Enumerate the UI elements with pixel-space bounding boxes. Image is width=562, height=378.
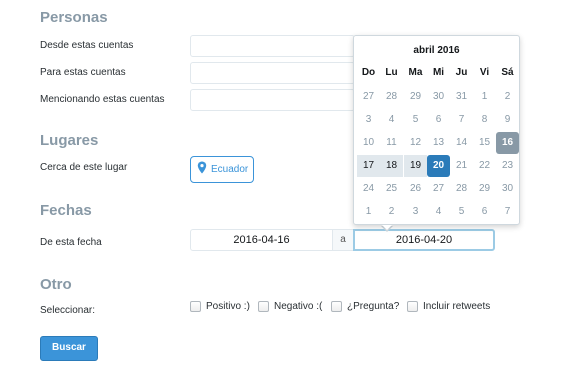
checkbox-positive[interactable]: Positivo :) (190, 301, 250, 312)
calendar-day[interactable]: 21 (450, 155, 473, 177)
weekday-header: Sá (501, 67, 514, 78)
calendar-day[interactable]: 6 (427, 109, 450, 131)
section-title-otro: Otro (40, 276, 72, 293)
calendar-day[interactable]: 24 (357, 178, 380, 200)
calendar-day[interactable]: 15 (473, 132, 496, 154)
from-date-input[interactable]: 2016-04-16 (190, 229, 333, 251)
to-accounts-input[interactable] (190, 62, 355, 84)
section-title-lugares: Lugares (40, 132, 99, 149)
calendar-day[interactable]: 9 (496, 109, 519, 131)
calendar-day[interactable]: 13 (427, 132, 450, 154)
checkbox-label: Negativo :( (274, 301, 323, 312)
calendar-day[interactable]: 3 (404, 201, 427, 223)
checkbox-box[interactable] (331, 301, 342, 312)
calendar-day[interactable]: 30 (496, 178, 519, 200)
calendar-day-range-start[interactable]: 16 (496, 132, 519, 154)
near-place-label: Cerca de este lugar (40, 162, 128, 173)
calendar-day[interactable]: 30 (427, 86, 450, 108)
calendar-day[interactable]: 1 (473, 86, 496, 108)
calendar-day[interactable]: 5 (404, 109, 427, 131)
calendar-day[interactable]: 31 (450, 86, 473, 108)
to-date-input[interactable]: 2016-04-20 (353, 229, 495, 251)
weekday-header: Ma (408, 67, 423, 78)
checkbox-box[interactable] (258, 301, 269, 312)
checkbox-label: ¿Pregunta? (347, 301, 400, 312)
calendar-day[interactable]: 11 (380, 132, 403, 154)
calendar-day[interactable]: 12 (404, 132, 427, 154)
section-title-personas: Personas (40, 9, 108, 26)
checkbox-label: Incluir retweets (423, 301, 491, 312)
search-button[interactable]: Buscar (40, 336, 98, 361)
weekday-header: Mi (432, 67, 445, 78)
mentioning-accounts-label: Mencionando estas cuentas (40, 94, 165, 105)
checkbox-negative[interactable]: Negativo :( (258, 301, 322, 312)
calendar-day[interactable]: 7 (496, 201, 519, 223)
select-label: Seleccionar: (40, 305, 96, 316)
section-title-fechas: Fechas (40, 202, 92, 219)
checkbox-box[interactable] (190, 301, 201, 312)
calendar-day[interactable]: 5 (450, 201, 473, 223)
weekday-header: Vi (479, 67, 490, 78)
calendar-day[interactable]: 26 (404, 178, 427, 200)
mentioning-accounts-input[interactable] (190, 89, 355, 111)
calendar-day[interactable]: 14 (450, 132, 473, 154)
calendar-day[interactable]: 3 (357, 109, 380, 131)
calendar-day[interactable]: 6 (473, 201, 496, 223)
checkbox-question[interactable]: ¿Pregunta? (331, 301, 399, 312)
calendar-day[interactable]: 23 (496, 155, 519, 177)
calendar-day[interactable]: 22 (473, 155, 496, 177)
weekday-header: Lu (385, 67, 398, 78)
place-button-label: Ecuador (211, 164, 249, 175)
calendar-day-range-end[interactable]: 20 (427, 155, 450, 177)
calendar-day[interactable]: 28 (380, 86, 403, 108)
calendar-day[interactable]: 28 (450, 178, 473, 200)
place-button[interactable]: Ecuador (190, 156, 254, 183)
calendar-day[interactable]: 7 (450, 109, 473, 131)
weekday-header: Ju (455, 67, 468, 78)
calendar-day[interactable]: 27 (427, 178, 450, 200)
to-accounts-label: Para estas cuentas (40, 67, 126, 78)
calendar-day[interactable]: 8 (473, 109, 496, 131)
checkbox-label: Positivo :) (206, 301, 250, 312)
calendar-day[interactable]: 2 (496, 86, 519, 108)
calendar-day-in-range[interactable]: 19 (404, 155, 427, 177)
calendar-day[interactable]: 1 (357, 201, 380, 223)
checkbox-box[interactable] (407, 301, 418, 312)
datepicker-month-title: abril 2016 (413, 45, 460, 56)
date-range-separator: a (333, 229, 353, 251)
from-accounts-label: Desde estas cuentas (40, 40, 134, 51)
calendar-day-in-range[interactable]: 17 (357, 155, 380, 177)
calendar-day[interactable]: 2 (380, 201, 403, 223)
calendar-day[interactable]: 10 (357, 132, 380, 154)
calendar-day[interactable]: 29 (473, 178, 496, 200)
datepicker: abril 2016 Do Lu Ma Mi Ju Vi Sá 27 28 29 30 31 1 2 3 4 5… (353, 35, 520, 225)
calendar-day[interactable]: 4 (380, 109, 403, 131)
calendar-day[interactable]: 25 (380, 178, 403, 200)
calendar-day-in-range[interactable]: 18 (380, 155, 403, 177)
datepicker-arrow-fill (382, 225, 392, 230)
calendar-day[interactable]: 29 (404, 86, 427, 108)
weekday-header: Do (361, 67, 376, 78)
checkbox-include-retweets[interactable]: Incluir retweets (407, 301, 490, 312)
calendar-day[interactable]: 4 (427, 201, 450, 223)
date-label: De esta fecha (40, 237, 102, 248)
from-accounts-input[interactable] (190, 35, 355, 57)
calendar-day[interactable]: 27 (357, 86, 380, 108)
location-pin-icon (197, 161, 207, 179)
